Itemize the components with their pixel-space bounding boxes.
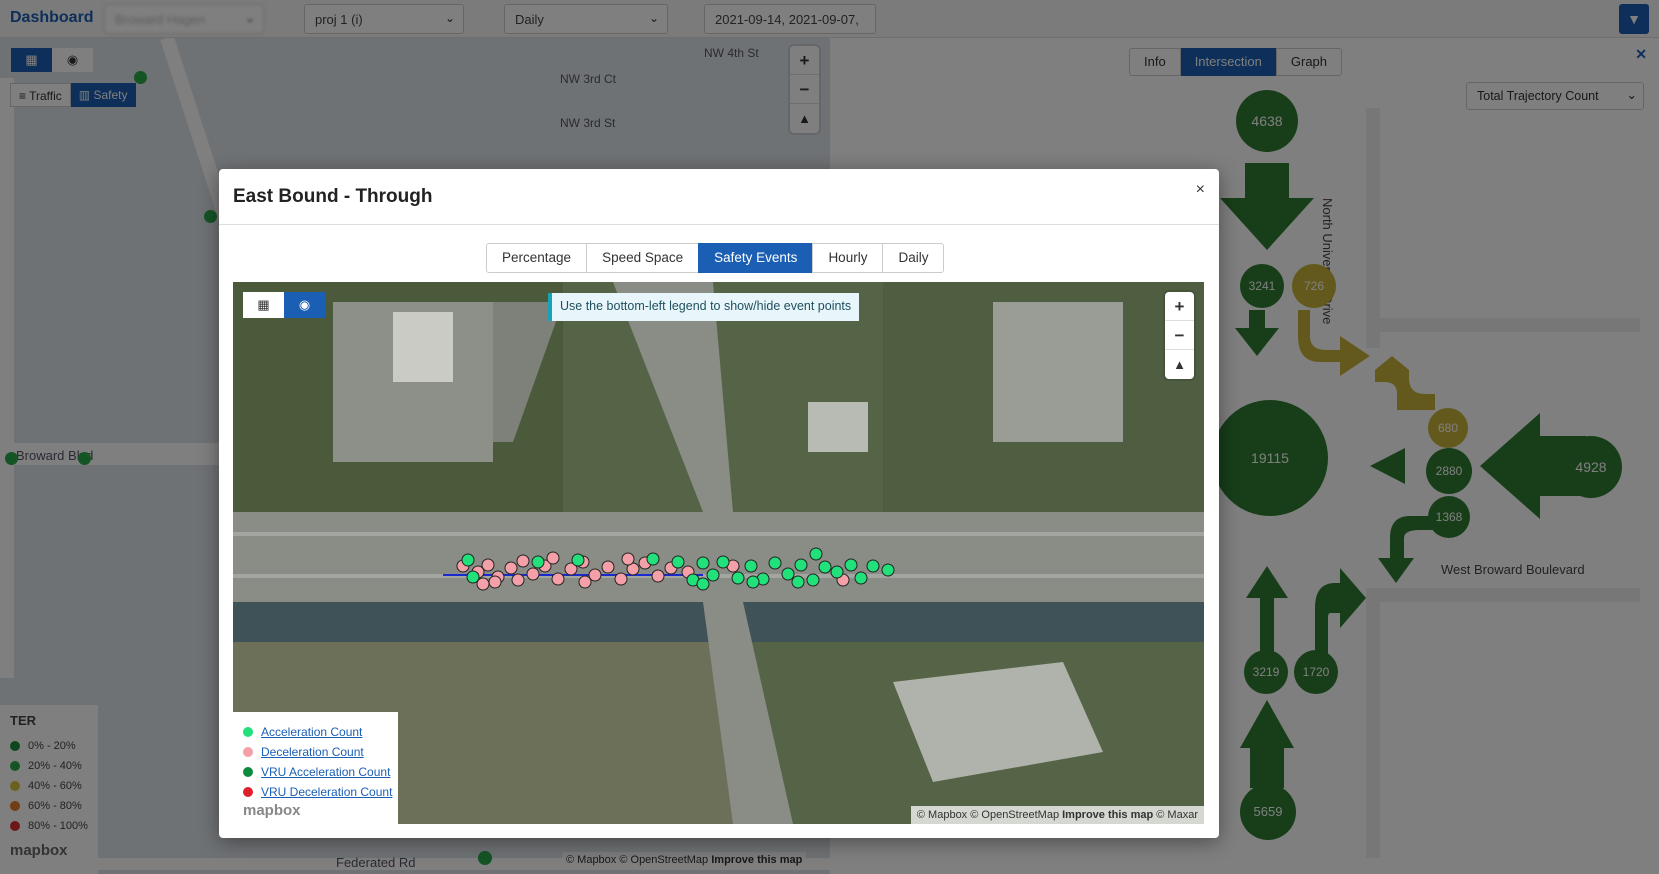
legend-link[interactable]: Acceleration Count [261,725,362,739]
modal-title: East Bound - Through [233,186,433,207]
tab-speed-space[interactable]: Speed Space [586,243,700,273]
legend-link[interactable]: VRU Deceleration Count [261,785,392,799]
attribution-text[interactable]: © Mapbox © OpenStreetMap [917,809,1059,821]
legend-item-vru-accel[interactable]: VRU Acceleration Count [243,762,398,782]
legend-dot [243,787,253,797]
map-icon[interactable]: ▦ [243,292,284,318]
modal-attribution: © Mapbox © OpenStreetMap Improve this ma… [910,806,1204,824]
divider [219,224,1219,225]
tab-hourly[interactable]: Hourly [812,243,884,273]
compass-button[interactable]: ▲ [1165,350,1194,379]
legend-dot [243,747,253,757]
legend-link[interactable]: Deceleration Count [261,745,364,759]
tab-safety-events[interactable]: Safety Events [698,243,814,273]
legend-item-accel[interactable]: Acceleration Count [243,722,398,742]
tab-percentage[interactable]: Percentage [486,243,588,273]
zoom-in-button[interactable]: + [1165,292,1194,321]
legend-tip: Use the bottom-left legend to show/hide … [548,293,860,321]
modal-tabs: Percentage Speed Space Safety Events Hou… [486,243,945,273]
modal-map-style-toggle: ▦ ◉ [243,292,325,318]
legend-item-decel[interactable]: Deceleration Count [243,742,398,762]
maxar-attribution[interactable]: © Maxar [1156,809,1198,821]
legend-dot [243,767,253,777]
zoom-out-button[interactable]: − [1165,321,1194,350]
tab-daily[interactable]: Daily [882,243,945,273]
legend-item-vru-decel[interactable]: VRU Deceleration Count [243,782,398,802]
legend-link[interactable]: VRU Acceleration Count [261,765,390,779]
modal-zoom-controls: + − ▲ [1165,292,1194,379]
globe-icon[interactable]: ◉ [284,292,325,318]
modal-dialog: East Bound - Through × Percentage Speed … [219,169,1219,838]
mapbox-logo: mapbox [243,802,301,819]
satellite-map[interactable]: ▦ ◉ Use the bottom-left legend to show/h… [233,282,1204,824]
close-icon[interactable]: × [1196,181,1205,199]
improve-map-link[interactable]: Improve this map [1062,809,1153,821]
event-legend: Acceleration Count Deceleration Count VR… [233,712,398,824]
legend-dot [243,727,253,737]
